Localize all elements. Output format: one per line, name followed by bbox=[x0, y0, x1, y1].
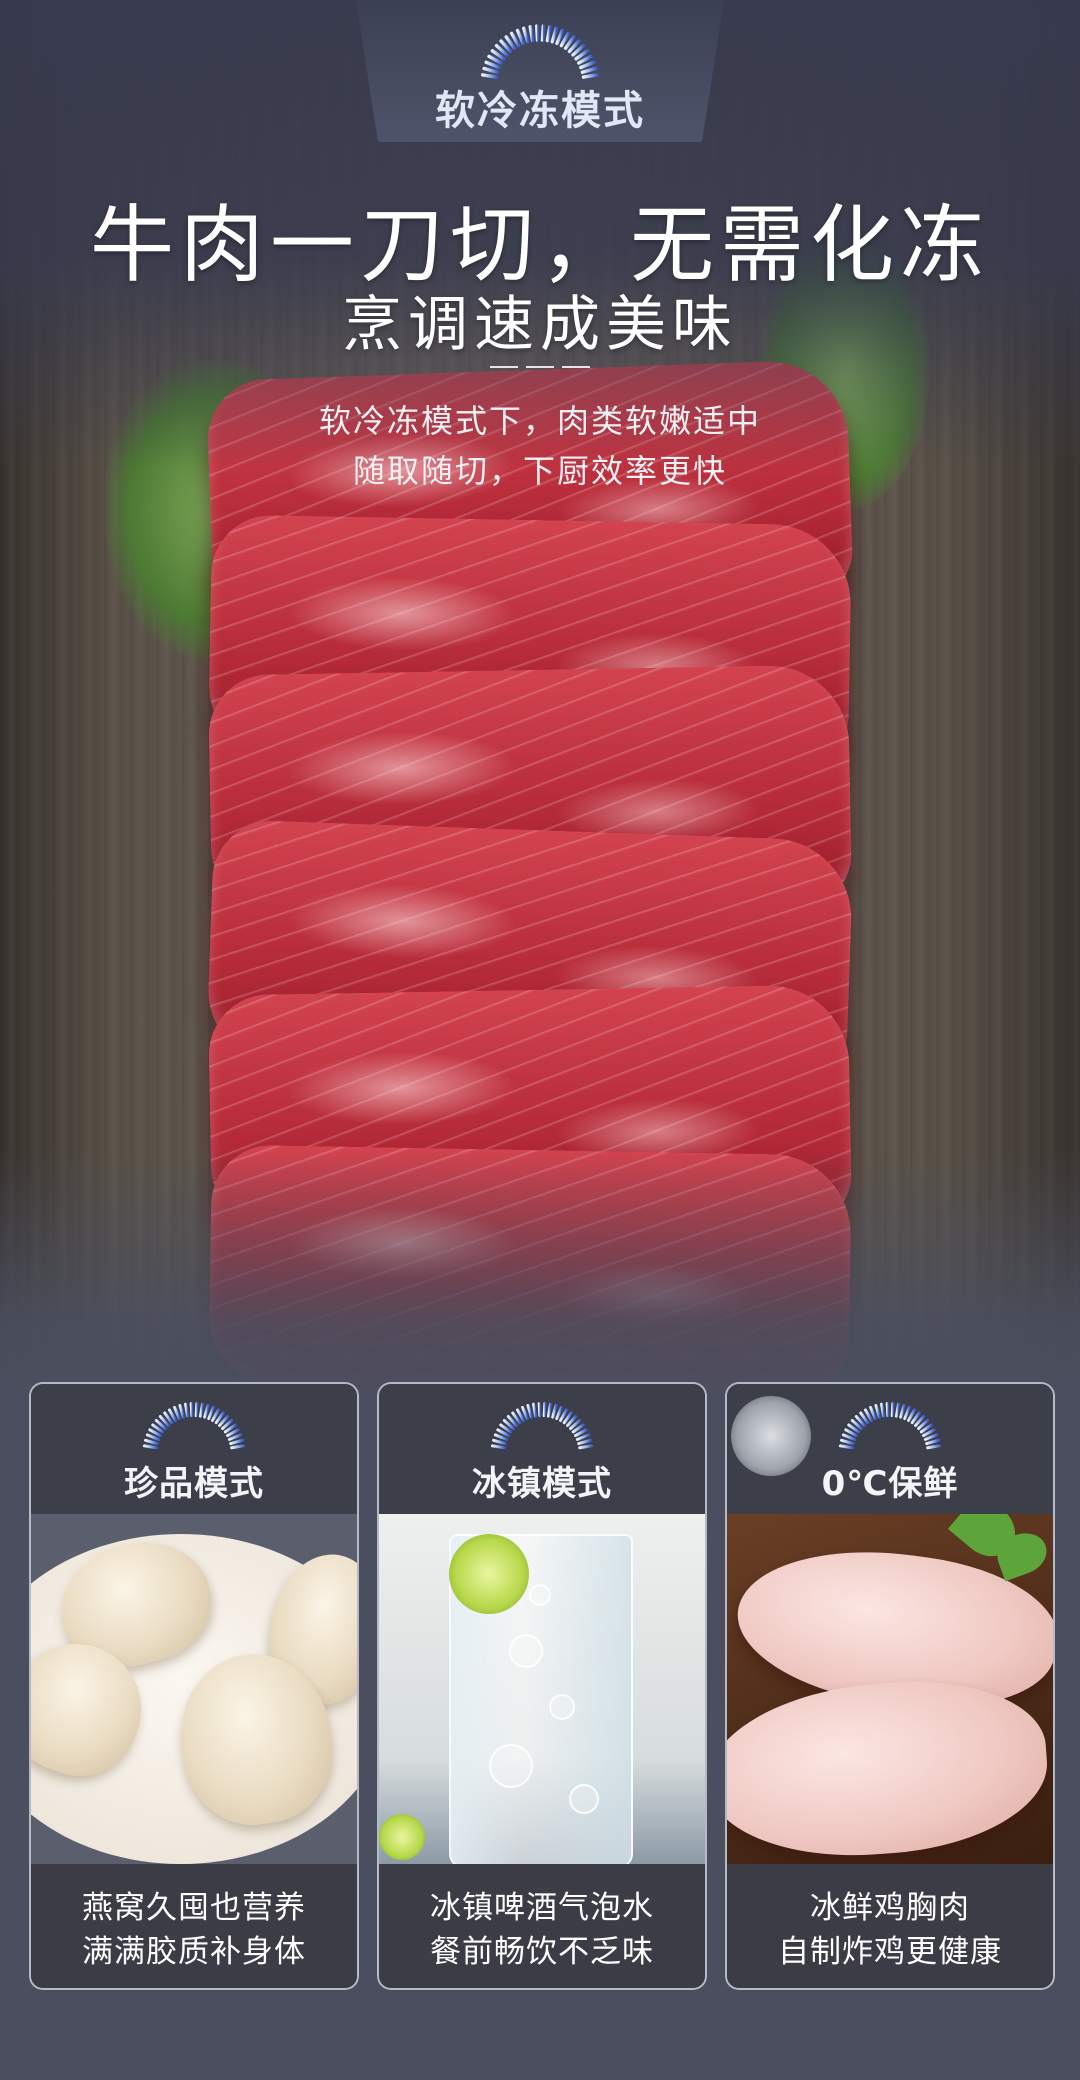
card-title: 珍品模式 bbox=[124, 1464, 264, 1504]
iced-drink-image bbox=[379, 1514, 705, 1864]
card-line-2: 满满胶质补身体 bbox=[82, 1934, 306, 1970]
card-title: 冰镇模式 bbox=[472, 1464, 612, 1504]
subheadline: 烹调速成美味 bbox=[342, 290, 738, 360]
mode-card-fresh: 0℃保鲜 冰鲜鸡胸肉 自制炸鸡更健康 bbox=[725, 1382, 1055, 1990]
card-line-2: 自制炸鸡更健康 bbox=[778, 1934, 1002, 1970]
card-line-1: 冰鲜鸡胸肉 bbox=[810, 1890, 970, 1926]
temperature-arc-icon bbox=[838, 1402, 942, 1450]
card-line-2: 餐前畅饮不乏味 bbox=[430, 1934, 654, 1970]
temperature-arc-icon bbox=[481, 24, 600, 79]
mode-title: 软冷冻模式 bbox=[435, 88, 645, 134]
mode-card-treasure: 珍品模式 燕窝久囤也营养 满满胶质补身体 bbox=[29, 1382, 359, 1990]
card-line-1: 燕窝久囤也营养 bbox=[82, 1890, 306, 1926]
title-divider bbox=[490, 366, 590, 372]
temperature-arc-icon bbox=[490, 1402, 594, 1450]
card-line-1: 冰镇啤酒气泡水 bbox=[430, 1890, 654, 1926]
bird-nest-image bbox=[31, 1514, 357, 1864]
card-title: 0℃保鲜 bbox=[821, 1464, 959, 1504]
temperature-arc-icon bbox=[142, 1402, 246, 1450]
description-line-1: 软冷冻模式下，肉类软嫩适中 bbox=[318, 402, 761, 440]
description-line-2: 随取随切，下厨效率更快 bbox=[352, 452, 727, 490]
chicken-breast-image bbox=[727, 1514, 1053, 1864]
mode-card-chill: 冰镇模式 冰镇啤酒气泡水 餐前畅饮不乏味 bbox=[377, 1382, 707, 1990]
